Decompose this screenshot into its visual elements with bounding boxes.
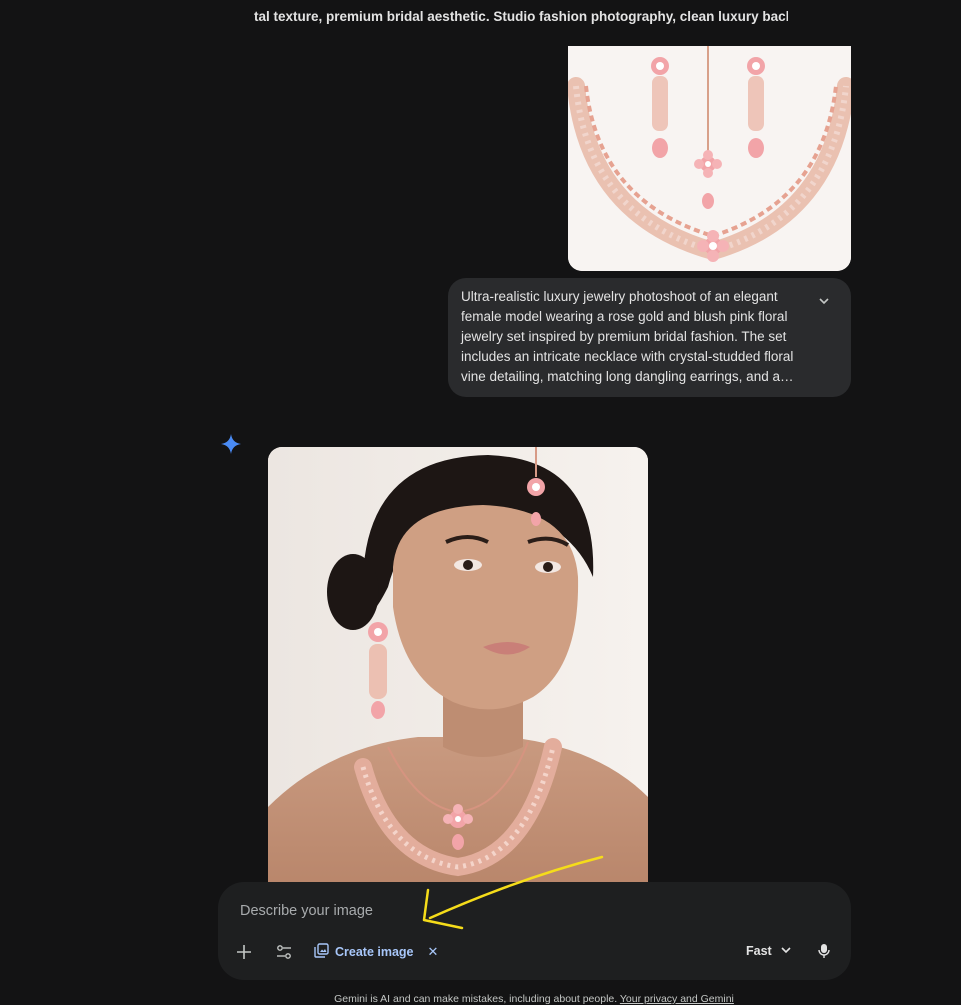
footer-disclaimer: Gemini is AI and can make mistakes, incl… bbox=[0, 993, 961, 1005]
mode-selector[interactable]: Fast bbox=[746, 941, 792, 961]
prompt-composer: Create image ✕ Fast bbox=[218, 882, 851, 980]
privacy-link[interactable]: Your privacy and Gemini bbox=[620, 993, 734, 1005]
uploaded-jewelry-image[interactable] bbox=[568, 46, 851, 271]
user-prompt-text: Ultra-realistic luxury jewelry photoshoo… bbox=[461, 289, 794, 384]
image-gallery-icon bbox=[314, 943, 329, 961]
create-image-chip[interactable]: Create image ✕ bbox=[314, 942, 438, 962]
mode-label: Fast bbox=[746, 944, 772, 958]
user-prompt-bubble: Ultra-realistic luxury jewelry photoshoo… bbox=[448, 278, 851, 397]
plus-icon[interactable] bbox=[230, 938, 258, 966]
previous-prompt-text: tal texture, premium bridal aesthetic. S… bbox=[254, 9, 788, 24]
close-icon[interactable]: ✕ bbox=[428, 944, 439, 960]
tools-sliders-icon[interactable] bbox=[270, 938, 298, 966]
prompt-input[interactable] bbox=[238, 900, 692, 922]
create-image-label: Create image bbox=[335, 945, 414, 959]
chevron-down-icon bbox=[780, 944, 792, 959]
gemini-chat-page: tal texture, premium bridal aesthetic. S… bbox=[0, 0, 961, 1005]
disclaimer-text: Gemini is AI and can make mistakes, incl… bbox=[334, 993, 618, 1005]
gemini-sparkle-icon bbox=[220, 433, 242, 455]
generated-image[interactable] bbox=[268, 447, 648, 887]
chevron-down-icon[interactable] bbox=[817, 294, 831, 308]
microphone-icon[interactable] bbox=[810, 937, 838, 965]
